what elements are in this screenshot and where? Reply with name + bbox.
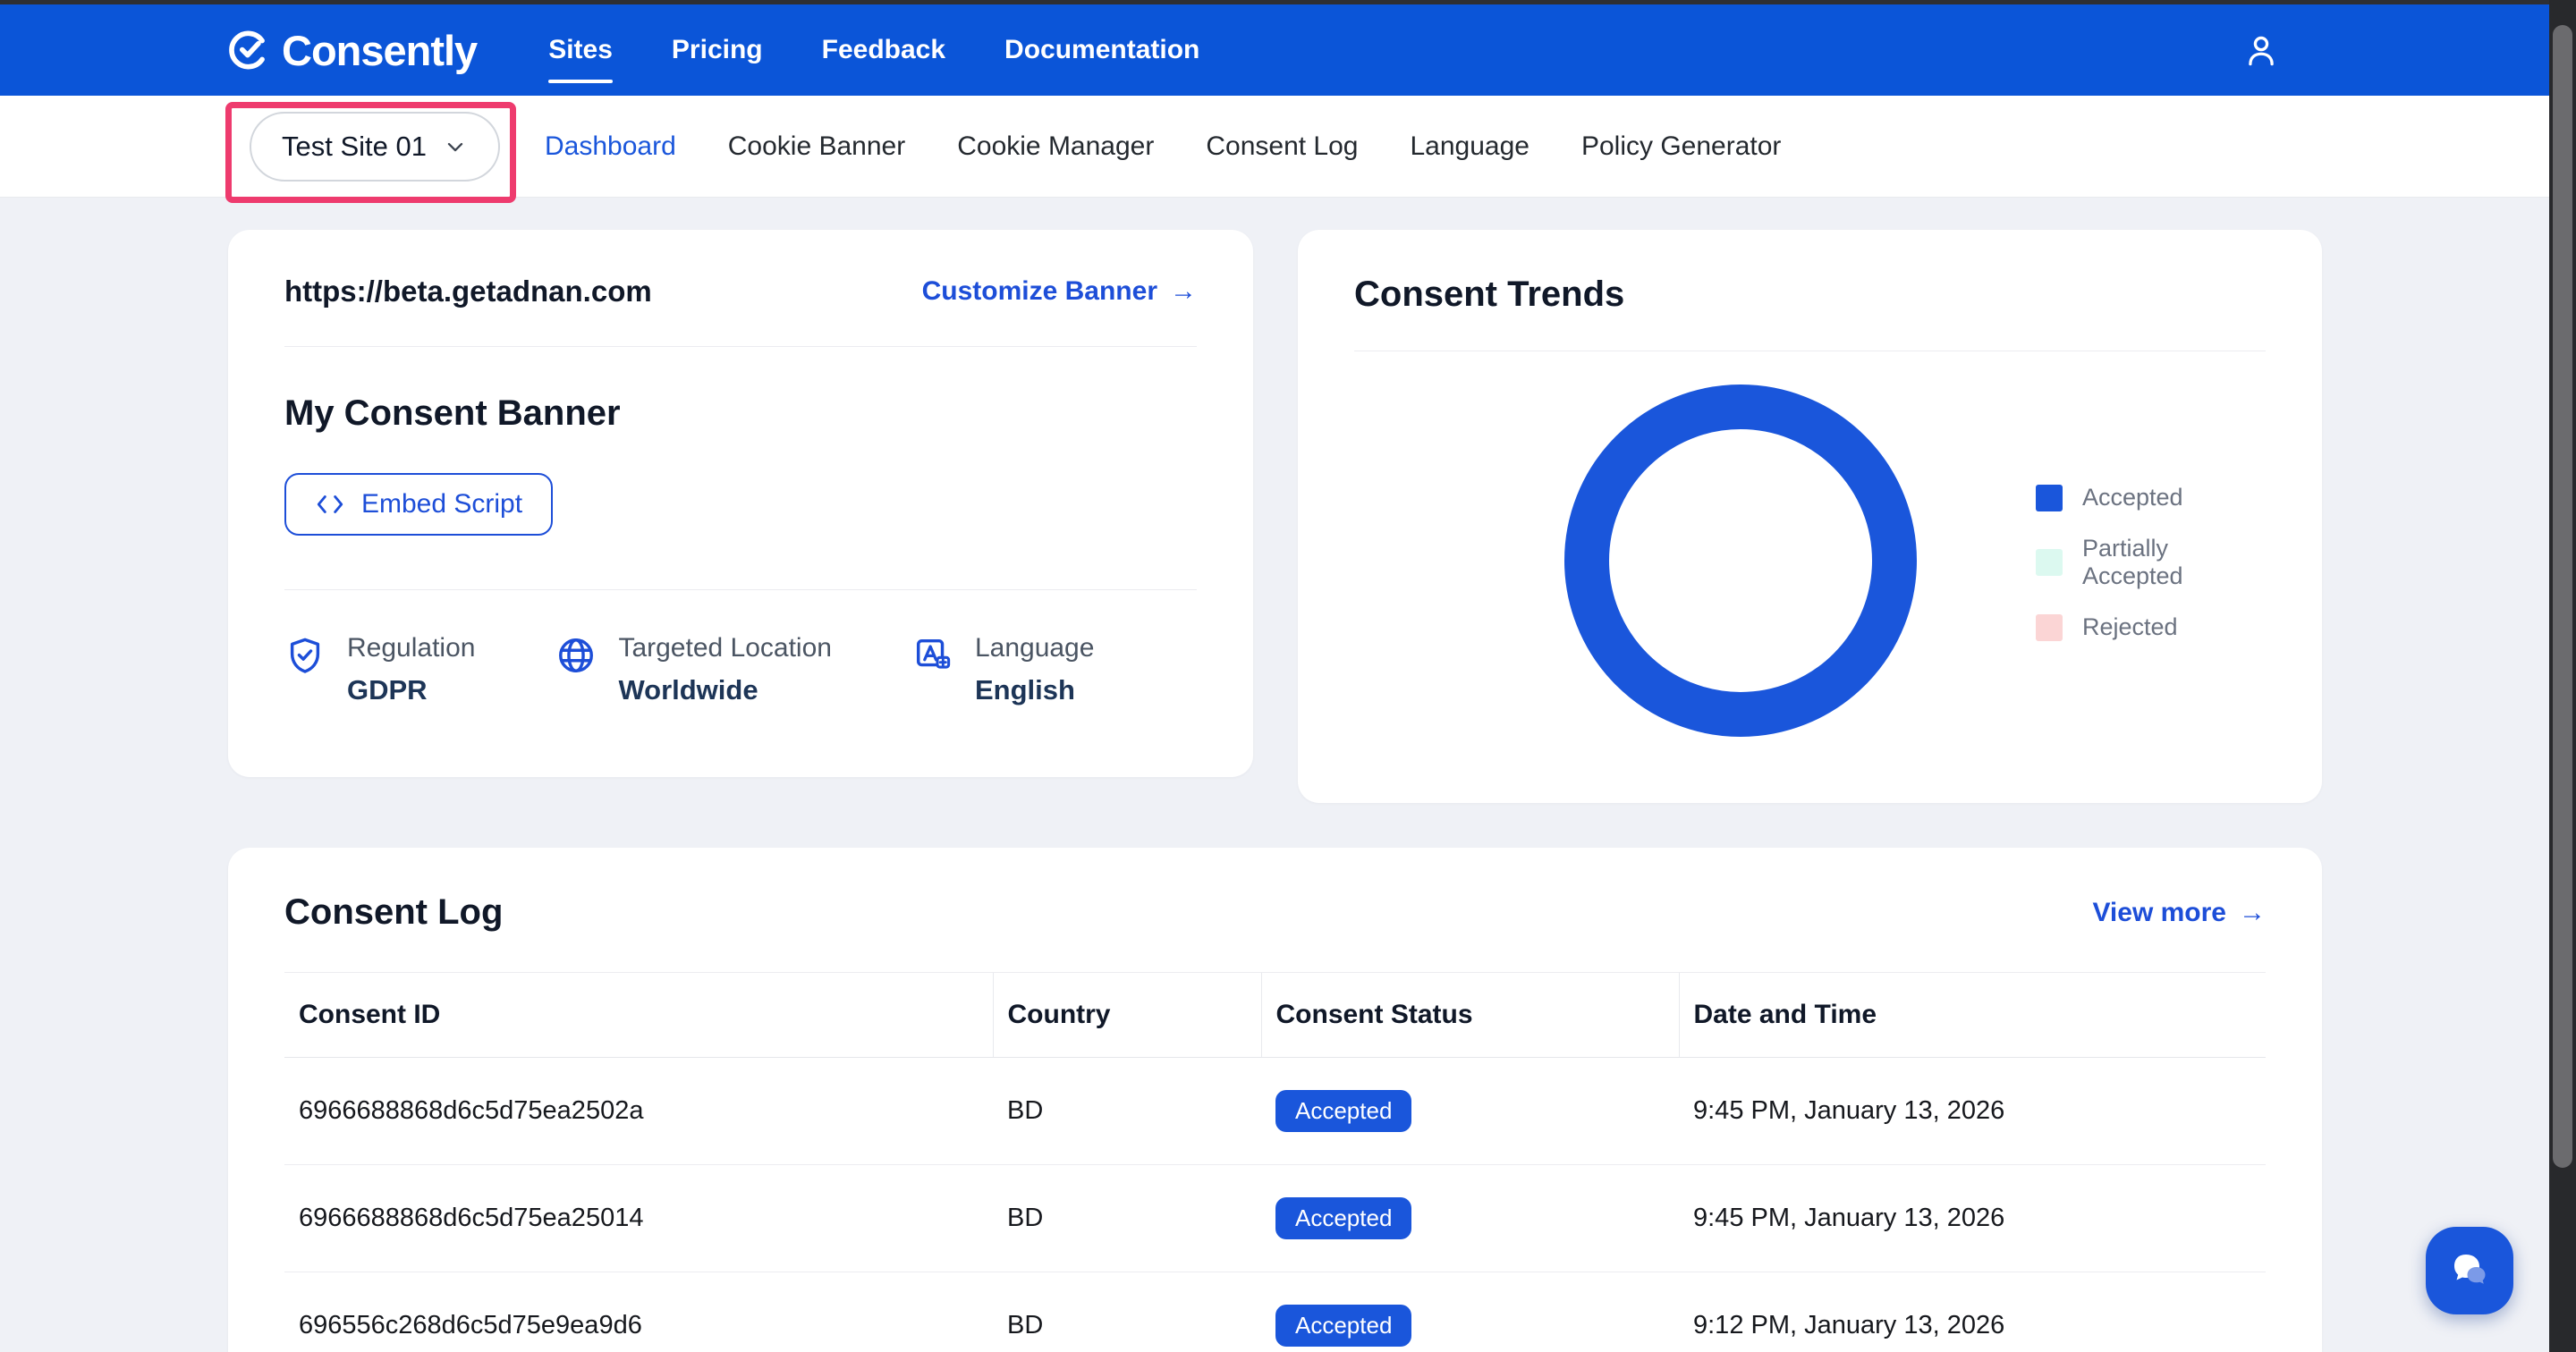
meta-regulation: Regulation GDPR [284, 633, 475, 706]
cell-datetime: 9:45 PM, January 13, 2026 [1679, 1057, 2266, 1165]
code-icon [317, 495, 343, 513]
banner-meta-row: Regulation GDPR Targeted Location Worldw… [284, 633, 1197, 706]
consent-banner-card: https://beta.getadnan.com Customize Bann… [228, 230, 1253, 777]
nav-link-sites[interactable]: Sites [548, 22, 613, 83]
consent-log-table: Consent ID Country Consent Status Date a… [284, 972, 2266, 1352]
cell-consent-id: 6966688868d6c5d75ea25014 [284, 1164, 993, 1272]
table-row[interactable]: 696556c268d6c5d75e9ea9d6 BD Accepted 9:1… [284, 1272, 2266, 1352]
tab-consent-log[interactable]: Consent Log [1206, 131, 1358, 162]
trends-title: Consent Trends [1354, 275, 1625, 314]
meta-label: Targeted Location [618, 633, 832, 663]
status-badge: Accepted [1275, 1305, 1412, 1347]
legend-label: Partially Accepted [2082, 535, 2183, 589]
legend-label: Accepted [2082, 484, 2183, 511]
primary-nav: Sites Pricing Feedback Documentation [548, 22, 1199, 83]
banner-card-title: My Consent Banner [284, 393, 621, 433]
meta-value: Worldwide [618, 674, 758, 706]
cell-consent-id: 6966688868d6c5d75ea2502a [284, 1057, 993, 1165]
arrow-right-icon: → [1170, 276, 1197, 306]
arrow-right-icon: → [2239, 897, 2266, 927]
nav-link-documentation[interactable]: Documentation [1004, 22, 1199, 78]
legend-swatch-partially-accepted [2036, 549, 2063, 576]
consent-log-title: Consent Log [284, 892, 504, 932]
donut-chart-area: Accepted Partially Accepted Rejected [1354, 359, 2266, 770]
tab-cookie-manager[interactable]: Cookie Manager [957, 131, 1154, 162]
site-selector-value: Test Site 01 [282, 130, 427, 162]
cell-datetime: 9:12 PM, January 13, 2026 [1679, 1272, 2266, 1352]
table-header-row: Consent ID Country Consent Status Date a… [284, 972, 2266, 1058]
legend-swatch-accepted [2036, 484, 2063, 511]
meta-label: Regulation [347, 633, 476, 663]
meta-value: English [974, 674, 1075, 706]
cell-country: BD [993, 1057, 1261, 1165]
consent-trends-donut-chart [1564, 384, 1917, 737]
legend-item-partially-accepted: Partially Accepted [2036, 535, 2266, 590]
column-consent-status: Consent Status [1260, 972, 1679, 1058]
site-tabs: Dashboard Cookie Banner Cookie Manager C… [545, 131, 1781, 162]
view-more-link[interactable]: View more → [2092, 898, 2266, 928]
top-navbar: Consently Sites Pricing Feedback Documen… [0, 4, 2549, 96]
meta-label: Language [974, 633, 1095, 663]
site-selector-dropdown[interactable]: Test Site 01 [250, 111, 500, 182]
scrollbar-thumb[interactable] [2553, 25, 2572, 1168]
embed-script-label: Embed Script [361, 489, 523, 519]
globe-icon [559, 638, 594, 672]
cell-datetime: 9:45 PM, January 13, 2026 [1679, 1164, 2266, 1272]
chat-widget-button[interactable] [2426, 1227, 2513, 1314]
legend-swatch-rejected [2036, 613, 2063, 641]
nav-link-pricing[interactable]: Pricing [672, 22, 763, 78]
status-badge: Accepted [1275, 1197, 1412, 1239]
customize-banner-link[interactable]: Customize Banner → [922, 276, 1197, 307]
chart-legend: Accepted Partially Accepted Rejected [2036, 484, 2266, 641]
brand-name: Consently [282, 26, 478, 74]
user-account-icon[interactable] [2241, 30, 2281, 70]
table-row[interactable]: 6966688868d6c5d75ea25014 BD Accepted 9:4… [284, 1164, 2266, 1272]
tab-dashboard[interactable]: Dashboard [545, 131, 676, 162]
divider [284, 346, 1197, 347]
column-date-time: Date and Time [1678, 972, 2266, 1058]
translate-icon [916, 638, 951, 669]
cell-consent-id: 696556c268d6c5d75e9ea9d6 [284, 1272, 993, 1352]
brand-logo[interactable]: Consently [226, 26, 478, 75]
meta-value: GDPR [347, 674, 428, 706]
shield-check-icon [290, 638, 320, 673]
divider [284, 589, 1197, 590]
view-more-label: View more [2092, 897, 2226, 927]
site-toolbar: Test Site 01 Dashboard Cookie Banner Coo… [0, 96, 2549, 198]
cell-country: BD [993, 1164, 1261, 1272]
scrollbar[interactable] [2549, 0, 2576, 1352]
consent-trends-card: Consent Trends Accepted Partially Accept… [1298, 230, 2322, 803]
customize-banner-label: Customize Banner [921, 276, 1157, 306]
legend-item-rejected: Rejected [2036, 613, 2266, 641]
tab-policy-generator[interactable]: Policy Generator [1581, 131, 1781, 162]
embed-script-button[interactable]: Embed Script [284, 473, 554, 536]
window-top-edge [0, 0, 2576, 4]
consent-log-card: Consent Log View more → Consent ID Count… [228, 848, 2322, 1352]
chat-bubbles-icon [2454, 1255, 2486, 1284]
donut-segment-accepted [1564, 384, 1917, 737]
legend-label: Rejected [2082, 613, 2178, 640]
site-url: https://beta.getadnan.com [284, 275, 652, 308]
nav-link-feedback[interactable]: Feedback [822, 22, 945, 78]
meta-language: Language English [912, 633, 1094, 706]
tab-cookie-banner[interactable]: Cookie Banner [728, 131, 905, 162]
column-country: Country [992, 972, 1261, 1058]
cell-country: BD [993, 1272, 1261, 1352]
consently-logo-icon [229, 30, 265, 70]
legend-item-accepted: Accepted [2036, 484, 2266, 511]
tab-language[interactable]: Language [1410, 131, 1529, 162]
table-row[interactable]: 6966688868d6c5d75ea2502a BD Accepted 9:4… [284, 1057, 2266, 1165]
meta-targeted-location: Targeted Location Worldwide [555, 633, 832, 706]
status-badge: Accepted [1275, 1090, 1412, 1132]
chevron-down-icon [447, 142, 463, 151]
column-consent-id: Consent ID [284, 972, 993, 1058]
